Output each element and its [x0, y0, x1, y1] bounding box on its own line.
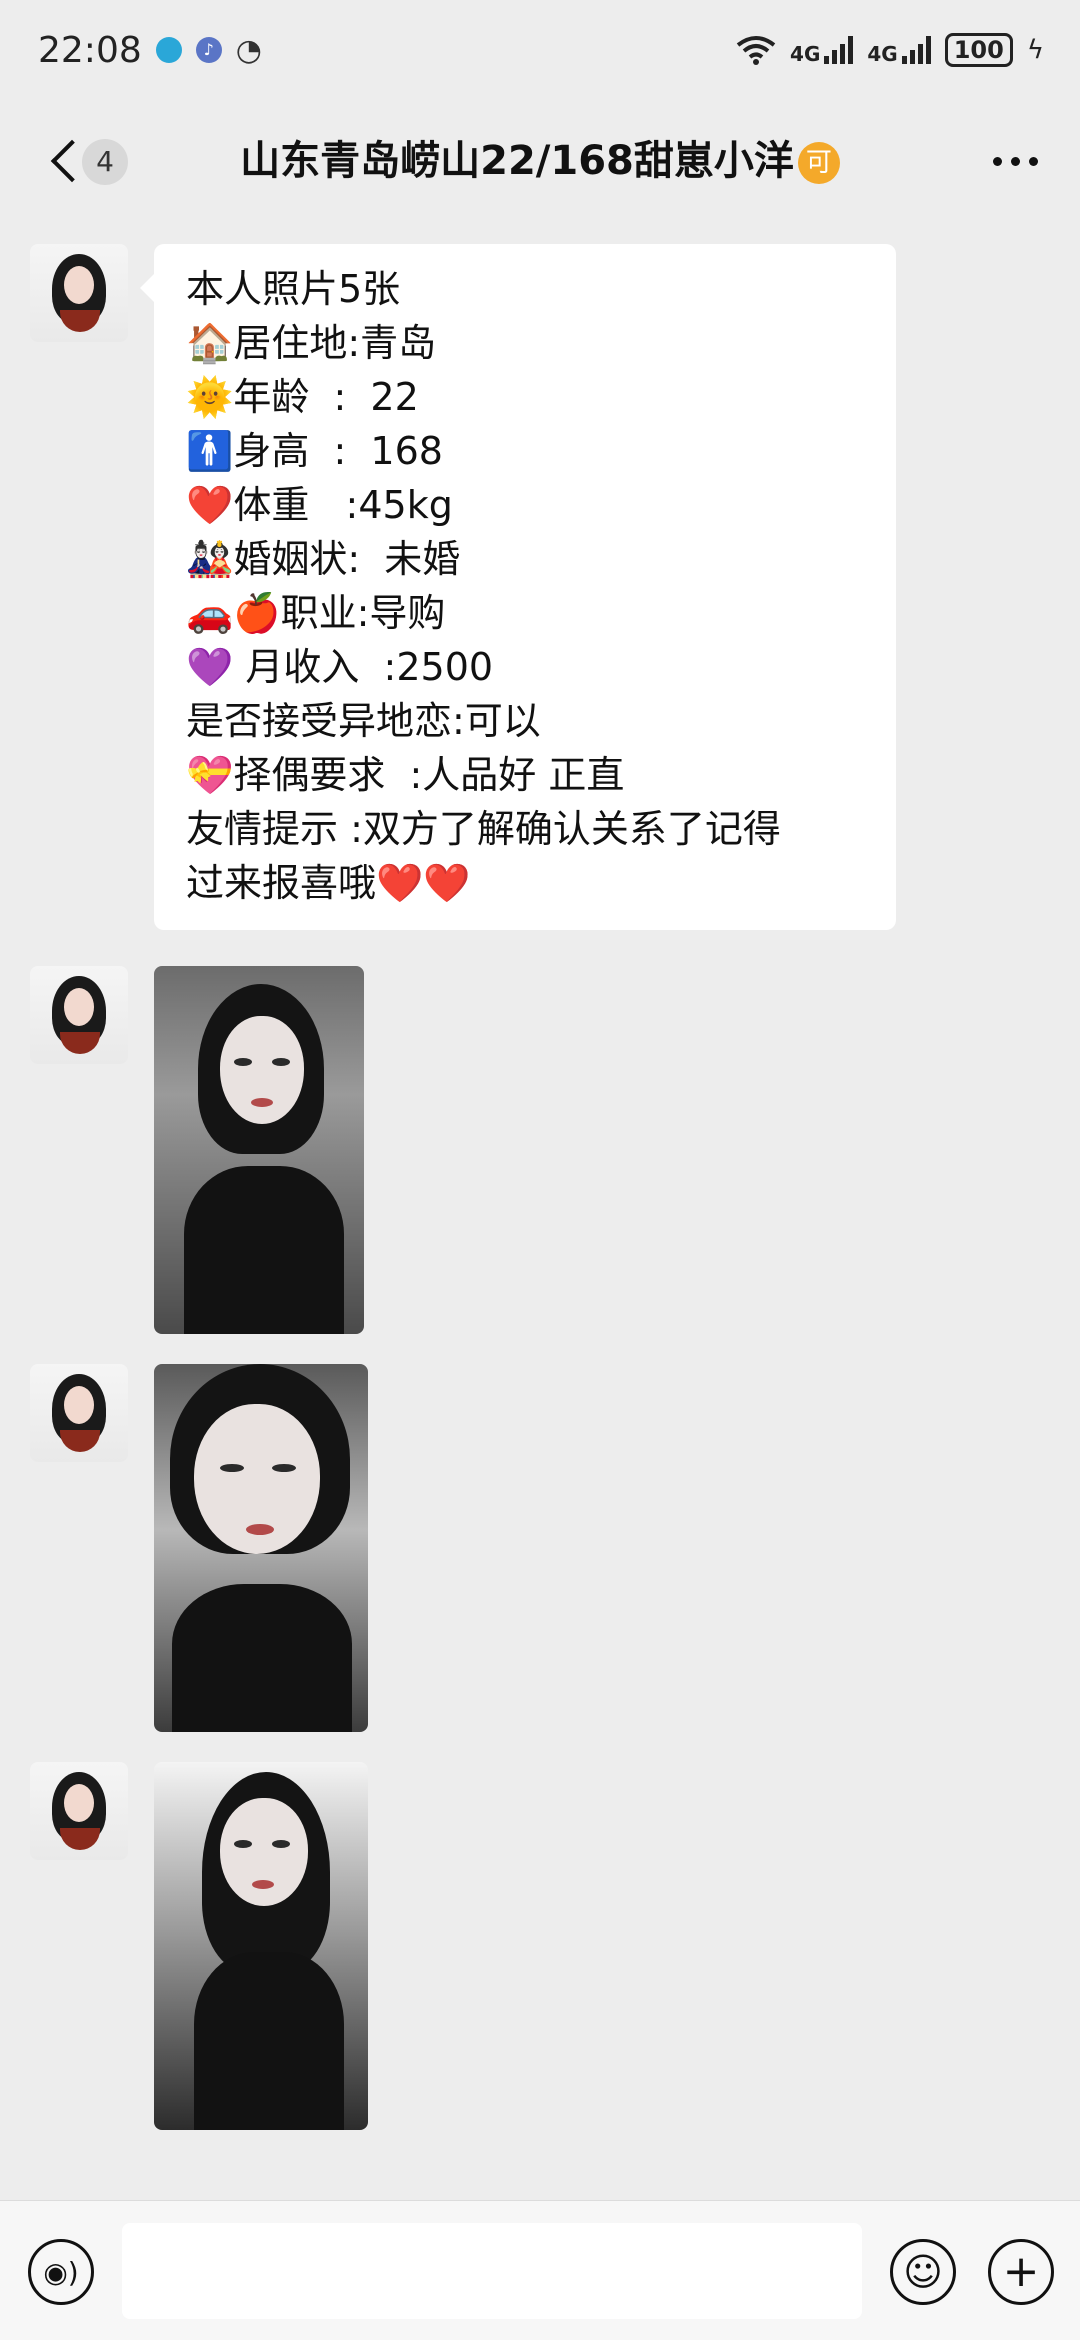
- message-input-bar: ◉) ☺ +: [0, 2200, 1080, 2340]
- signal-icon: 4G: [790, 36, 854, 66]
- message-row: [30, 1762, 368, 2130]
- text-message-bubble[interactable]: 本人照片5张 🏠居住地:青岛 🌞年龄 : 22 🚹身高 : 168 ❤️体重 :…: [140, 244, 896, 930]
- message-row: [30, 1364, 368, 1732]
- photo-message[interactable]: [154, 966, 364, 1334]
- browser-icon: [155, 37, 182, 63]
- more-dot-icon: [992, 156, 1002, 166]
- avatar[interactable]: [30, 244, 128, 342]
- status-time: 22:08: [38, 29, 142, 71]
- status-left: 22:08 ♪ ◔: [38, 30, 262, 71]
- avatar[interactable]: [30, 1364, 128, 1462]
- message-line: 🎎婚姻状: 未婚: [186, 537, 461, 581]
- emoji-icon: ☺: [903, 2250, 943, 2294]
- message-line: 🚗🍎职业:导购: [186, 591, 446, 635]
- message-input[interactable]: [122, 2223, 862, 2319]
- chat-screen: 22:08 ♪ ◔ 4G 4G 100 ϟ 4 山东青岛崂山22/168甜崽小洋…: [0, 0, 1080, 2340]
- photo-message[interactable]: [154, 1364, 368, 1732]
- unread-count-badge: 4: [82, 139, 128, 185]
- chat-header: 4 山东青岛崂山22/168甜崽小洋可: [0, 115, 1080, 207]
- message-line: 🌞年龄 : 22: [186, 375, 419, 419]
- more-options-button[interactable]: [980, 135, 1050, 187]
- message-row: 本人照片5张 🏠居住地:青岛 🌞年龄 : 22 🚹身高 : 168 ❤️体重 :…: [30, 244, 896, 930]
- status-bar: 22:08 ♪ ◔ 4G 4G 100 ϟ: [0, 0, 1080, 100]
- wifi-icon: [736, 36, 776, 65]
- voice-icon: ◉): [43, 2255, 79, 2289]
- plus-icon: +: [1002, 2246, 1040, 2297]
- signal-icon-2: 4G: [867, 36, 931, 66]
- network-type-2: 4G: [867, 42, 898, 66]
- chat-title-text: 山东青岛崂山22/168甜崽小洋: [240, 138, 794, 184]
- network-type-1: 4G: [790, 42, 821, 66]
- battery-level: 100: [953, 36, 1004, 64]
- avatar[interactable]: [30, 966, 128, 1064]
- emoji-button[interactable]: ☺: [890, 2239, 956, 2305]
- status-right: 4G 4G 100 ϟ: [736, 33, 1044, 67]
- message-line: 💜 月收入 :2500: [186, 645, 494, 689]
- avatar[interactable]: [30, 1762, 128, 1860]
- voice-input-button[interactable]: ◉): [28, 2239, 94, 2305]
- message-line: 💝择偶要求 :人品好 正直: [186, 753, 625, 797]
- message-line: 过来报喜哦❤️❤️: [186, 861, 471, 905]
- more-functions-button[interactable]: +: [988, 2239, 1054, 2305]
- more-dot-icon: [1010, 156, 1020, 166]
- message-line: 友情提示 :双方了解确认关系了记得: [186, 807, 781, 851]
- message-line: 本人照片5张: [186, 267, 401, 311]
- message-line: ❤️体重 :45kg: [186, 483, 453, 527]
- more-dot-icon: [1028, 156, 1038, 166]
- charging-icon: ϟ: [1026, 35, 1044, 65]
- message-line: 是否接受异地恋:可以: [186, 699, 541, 743]
- message-line: 🏠居住地:青岛: [186, 321, 437, 365]
- photo-message[interactable]: [154, 1762, 368, 2130]
- music-icon: ♪: [195, 37, 222, 63]
- message-row: [30, 966, 364, 1334]
- speedometer-icon: ◔: [235, 32, 262, 68]
- battery-icon: 100: [944, 33, 1013, 67]
- message-line: 🚹身高 : 168: [186, 429, 443, 473]
- title-badge: 可: [797, 142, 840, 184]
- chat-title: 山东青岛崂山22/168甜崽小洋可: [150, 115, 930, 207]
